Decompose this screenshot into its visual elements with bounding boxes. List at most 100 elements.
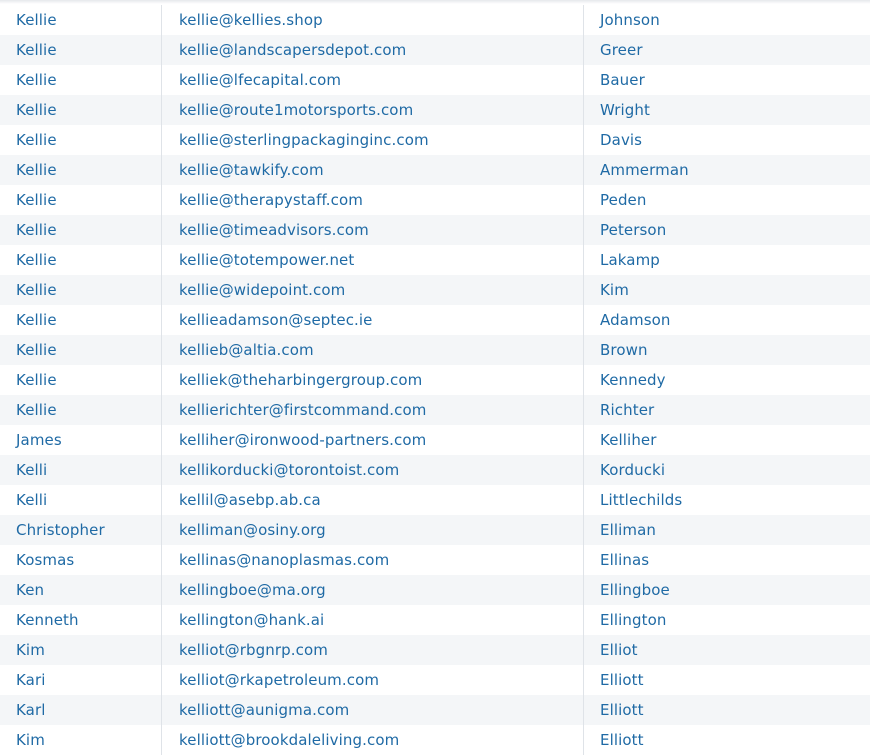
first-name-cell: Karl — [0, 695, 162, 725]
last-name-cell: Littlechilds — [600, 491, 683, 509]
first-name-cell: Ken — [0, 575, 162, 605]
last-name-cell: Ellinas — [600, 551, 650, 569]
last-name-cell: Elliman — [600, 521, 656, 539]
last-name-cell: Davis — [600, 131, 643, 149]
table-row[interactable]: Kellie kellieb@altia.com Brown — [0, 335, 870, 365]
first-name-cell: Kellie — [0, 215, 162, 245]
email-cell[interactable]: kelliek@theharbingergroup.com — [162, 365, 584, 395]
first-name-cell: Kenneth — [0, 605, 162, 635]
table-row[interactable]: Kellie kelliek@theharbingergroup.com Kenne… — [0, 365, 870, 395]
last-name-cell: Peden — [600, 191, 647, 209]
table-row[interactable]: Kellie kellie@route1motorsports.com Wright — [0, 95, 870, 125]
email-cell[interactable]: kellingboe@ma.org — [162, 575, 584, 605]
last-name-cell: Ellingboe — [600, 581, 670, 599]
last-name-cell: Johnson — [600, 11, 660, 29]
first-name-cell: Kellie — [0, 365, 162, 395]
last-name-cell: Richter — [600, 401, 655, 419]
first-name-cell: Kelli — [0, 485, 162, 515]
email-cell[interactable]: kelliman@osiny.org — [162, 515, 584, 545]
email-cell[interactable]: kellikorducki@torontoist.com — [162, 455, 584, 485]
table-row[interactable]: Kellie kellie@sterlingpackaginginc.com Dav… — [0, 125, 870, 155]
last-name-cell: Elliott — [600, 701, 644, 719]
first-name-cell: Kellie — [0, 155, 162, 185]
first-name-cell: Kellie — [0, 35, 162, 65]
table-row[interactable]: Kellie kellierichter@firstcommand.com Rich… — [0, 395, 870, 425]
first-name-cell: Kellie — [0, 245, 162, 275]
first-name-cell: Kellie — [0, 95, 162, 125]
first-name-cell: Kellie — [0, 185, 162, 215]
email-cell[interactable]: kellierichter@firstcommand.com — [162, 395, 584, 425]
email-cell[interactable]: kellie@landscapersdepot.com — [162, 35, 584, 65]
last-name-cell: Elliot — [600, 641, 638, 659]
table-row[interactable]: Kellie kellieadamson@septec.ie Adamson — [0, 305, 870, 335]
email-cell[interactable]: kelliher@ironwood-partners.com — [162, 425, 584, 455]
first-name-cell: Kari — [0, 665, 162, 695]
first-name-cell: Christopher — [0, 515, 162, 545]
table-row[interactable]: Kellie kellie@totempower.net Lakamp — [0, 245, 870, 275]
last-name-cell: Lakamp — [600, 251, 660, 269]
email-cell[interactable]: kellie@lfecapital.com — [162, 65, 584, 95]
first-name-cell: Kellie — [0, 335, 162, 365]
first-name-cell: Kim — [0, 725, 162, 755]
table-row[interactable]: Kim kelliot@rbgnrp.com Elliot — [0, 635, 870, 665]
table-row[interactable]: Kelli kellikorducki@torontoist.com Korduck… — [0, 455, 870, 485]
last-name-cell: Peterson — [600, 221, 667, 239]
first-name-cell: Kellie — [0, 395, 162, 425]
table-row[interactable]: Kosmas kellinas@nanoplasmas.com Ellinas — [0, 545, 870, 575]
email-cell[interactable]: kellil@asebp.ab.ca — [162, 485, 584, 515]
last-name-cell: Ellington — [600, 611, 667, 629]
table-row[interactable]: Kellie kellie@tawkify.com Ammerman — [0, 155, 870, 185]
email-cell[interactable]: kellie@tawkify.com — [162, 155, 584, 185]
first-name-cell: Kim — [0, 635, 162, 665]
table-row[interactable]: Kenneth kellington@hank.ai Ellington — [0, 605, 870, 635]
email-cell[interactable]: kellie@kellies.shop — [162, 5, 584, 35]
table-row[interactable]: Christopher kelliman@osiny.org Elliman — [0, 515, 870, 545]
last-name-cell: Korducki — [600, 461, 666, 479]
last-name-cell: Greer — [600, 41, 643, 59]
first-name-cell: Kellie — [0, 275, 162, 305]
last-name-cell: Kelliher — [600, 431, 657, 449]
table-row[interactable]: James kelliher@ironwood-partners.com Kelli… — [0, 425, 870, 455]
table-row[interactable]: Kellie kellie@widepoint.com Kim — [0, 275, 870, 305]
table-row[interactable]: Kellie kellie@lfecapital.com Bauer — [0, 65, 870, 95]
first-name-cell: Kellie — [0, 5, 162, 35]
email-cell[interactable]: kellie@timeadvisors.com — [162, 215, 584, 245]
last-name-cell: Ammerman — [600, 161, 689, 179]
email-cell[interactable]: kelliott@aunigma.com — [162, 695, 584, 725]
table-row[interactable]: Kellie kellie@timeadvisors.com Peterson — [0, 215, 870, 245]
table-row[interactable]: Kellie kellie@landscapersdepot.com Greer — [0, 35, 870, 65]
email-cell[interactable]: kellie@therapystaff.com — [162, 185, 584, 215]
table-row[interactable]: Kelli kellil@asebp.ab.ca Littlechilds — [0, 485, 870, 515]
table-row[interactable]: Karl kelliott@aunigma.com Elliott — [0, 695, 870, 725]
email-cell[interactable]: kellie@sterlingpackaginginc.com — [162, 125, 584, 155]
last-name-cell: Brown — [600, 341, 648, 359]
last-name-cell: Elliott — [600, 731, 644, 749]
email-cell[interactable]: kellie@widepoint.com — [162, 275, 584, 305]
first-name-cell: James — [0, 425, 162, 455]
contacts-table: Kellie kellie@kellies.shop Johnson Kellie k… — [0, 5, 870, 755]
email-cell[interactable]: kellie@totempower.net — [162, 245, 584, 275]
email-cell[interactable]: kellie@route1motorsports.com — [162, 95, 584, 125]
table-row[interactable]: Kari kelliot@rkapetroleum.com Elliott — [0, 665, 870, 695]
first-name-cell: Kosmas — [0, 545, 162, 575]
email-cell[interactable]: kellieadamson@septec.ie — [162, 305, 584, 335]
email-cell[interactable]: kelliot@rbgnrp.com — [162, 635, 584, 665]
header-shadow — [0, 0, 870, 4]
first-name-cell: Kellie — [0, 65, 162, 95]
email-cell[interactable]: kellington@hank.ai — [162, 605, 584, 635]
last-name-cell: Kim — [600, 281, 629, 299]
first-name-cell: Kelli — [0, 455, 162, 485]
first-name-cell: Kellie — [0, 125, 162, 155]
table-row[interactable]: Ken kellingboe@ma.org Ellingboe — [0, 575, 870, 605]
email-cell[interactable]: kellieb@altia.com — [162, 335, 584, 365]
last-name-cell: Wright — [600, 101, 651, 119]
table-row[interactable]: Kellie kellie@kellies.shop Johnson — [0, 5, 870, 35]
last-name-cell: Elliott — [600, 671, 644, 689]
first-name-cell: Kellie — [0, 305, 162, 335]
last-name-cell: Kennedy — [600, 371, 666, 389]
email-cell[interactable]: kelliot@rkapetroleum.com — [162, 665, 584, 695]
table-row[interactable]: Kim kelliott@brookdaleliving.com Elliott — [0, 725, 870, 755]
email-cell[interactable]: kellinas@nanoplasmas.com — [162, 545, 584, 575]
email-cell[interactable]: kelliott@brookdaleliving.com — [162, 725, 584, 755]
table-row[interactable]: Kellie kellie@therapystaff.com Peden — [0, 185, 870, 215]
